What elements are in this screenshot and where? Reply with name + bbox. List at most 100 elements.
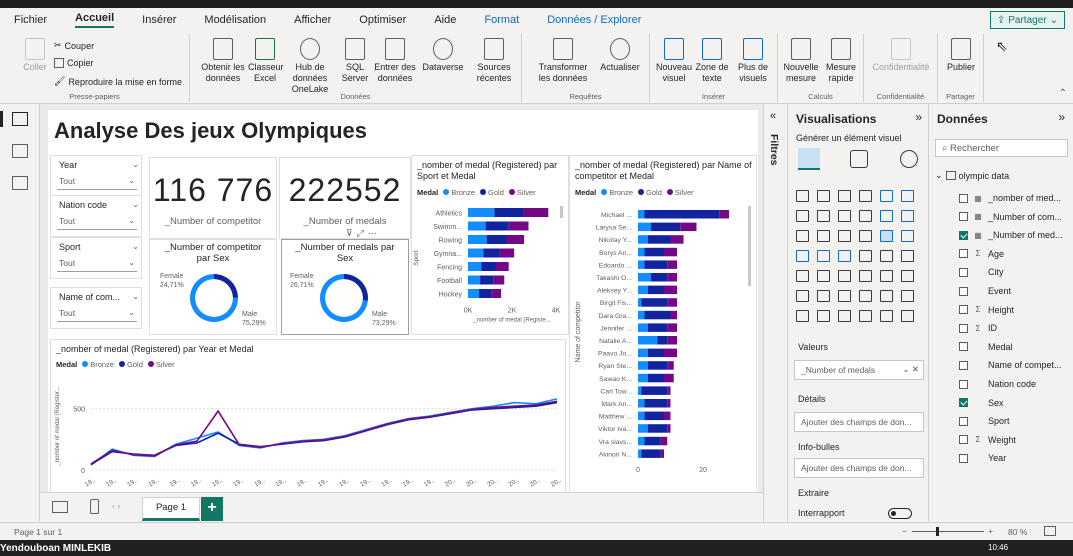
more-visuals-button[interactable]: Plus de visuels [732,38,774,84]
line-column-icon[interactable] [859,210,872,222]
remove-field-icon[interactable]: ⌄ ✕ [902,364,919,375]
field-item[interactable]: ▦ _Number of com... [959,209,1062,225]
textbox-button[interactable]: Zone de texte [694,38,730,84]
search-input[interactable]: ⌕ Rechercher [935,139,1068,157]
zoom-out-icon[interactable]: − [902,526,907,536]
matrix-icon[interactable] [859,270,872,282]
more-visuals-icon[interactable] [901,310,914,322]
line-clustered-icon[interactable] [880,210,893,222]
ribbon-chart-icon[interactable] [901,210,914,222]
paginated-icon[interactable] [880,290,893,302]
legend-item-gold[interactable]: Gold [480,188,504,197]
pie-chart-icon[interactable] [859,230,872,242]
clustered-bar-icon[interactable] [838,190,851,202]
copy-button[interactable]: Copier [54,58,94,68]
field-checkbox[interactable] [959,323,968,333]
column-100-icon[interactable] [901,190,914,202]
kpi-icon[interactable] [796,270,809,282]
new-measure-button[interactable]: Nouvelle mesure [782,38,820,84]
legend-item-silver[interactable]: Silver [508,188,536,197]
bar-100-icon[interactable] [880,190,893,202]
analytics-icon[interactable] [900,150,918,168]
field-item[interactable]: Medal [959,339,1013,355]
legend-item-bronze[interactable]: Bronze [82,360,114,369]
slicer-icon[interactable] [817,270,830,282]
donut-chart[interactable] [320,274,368,322]
power-apps-icon[interactable] [796,310,809,322]
menu-afficher[interactable]: Afficher [294,14,331,26]
metrics-icon[interactable] [901,290,914,302]
new-visual-button[interactable]: Nouveau visuel [654,38,694,84]
menu-optimiser[interactable]: Optimiser [359,14,406,26]
legend-item-gold[interactable]: Gold [119,360,143,369]
menu-format[interactable]: Format [484,14,519,26]
field-checkbox[interactable] [959,193,968,203]
scatter-icon[interactable] [838,230,851,242]
slicer-dropdown[interactable]: Tout ⌄ [57,258,137,272]
refresh-button[interactable]: Actualiser [598,38,642,73]
dataverse-button[interactable]: Dataverse [420,38,466,73]
field-item[interactable]: Σ Height [959,302,1014,318]
expand-icon[interactable]: « [770,110,776,122]
custom-visual-icon[interactable] [838,310,851,322]
field-checkbox[interactable] [959,398,968,408]
clustered-column-icon[interactable] [859,190,872,202]
field-item[interactable]: ▦ _Number of med... [959,227,1063,243]
funnel-icon[interactable] [817,230,830,242]
tooltips-field-well[interactable]: Ajouter des champs de don... [794,458,924,478]
field-item[interactable]: Nation code [959,376,1036,392]
field-item[interactable]: Σ ID [959,320,997,336]
table-view-icon[interactable] [12,144,28,158]
prev-page-icon[interactable]: ‹ › [112,501,121,511]
azure-map-icon[interactable] [838,250,851,262]
waterfall-icon[interactable] [796,230,809,242]
legend-item-bronze[interactable]: Bronze [601,188,633,197]
build-visual-icon[interactable] [798,148,820,170]
report-view-icon[interactable] [0,111,28,127]
format-painter-button[interactable]: 🖌 Reproduire la mise en forme [54,76,182,87]
model-view-icon[interactable] [12,176,28,190]
legend-item-silver[interactable]: Silver [147,360,175,369]
decomposition-tree-icon[interactable] [817,290,830,302]
card-competitors[interactable]: 116 776 _Number of competitor [150,158,276,238]
donut-chart[interactable] [190,274,238,322]
donut-competitors-by-sex[interactable]: _Number of competitor par Sex Female 24,7… [150,240,276,334]
slicer-competitor[interactable]: Name of com... ⌄ Tout ⌄ [51,288,141,328]
filter-icon[interactable]: ⊽ [346,228,353,239]
treemap-icon[interactable] [901,230,914,242]
donut-chart-icon[interactable] [880,230,893,242]
paste-button[interactable]: Coller [20,38,50,73]
slicer-year[interactable]: Year ⌄ Tout ⌄ [51,156,141,196]
field-checkbox[interactable] [959,230,968,240]
field-checkbox[interactable] [959,435,968,445]
field-checkbox[interactable] [959,249,968,259]
desktop-layout-icon[interactable] [52,501,68,513]
menu-modelisation[interactable]: Modélisation [204,14,266,26]
mobile-layout-icon[interactable] [90,499,99,514]
cross-report-toggle[interactable] [888,508,912,519]
field-checkbox[interactable] [959,286,968,296]
menu-accueil[interactable]: Accueil [75,12,115,28]
python-visual-icon[interactable] [901,270,914,282]
card-medals[interactable]: 222552 _Number of medals [280,158,410,238]
focus-mode-icon[interactable]: ⤢ [357,228,364,239]
gauge-icon[interactable] [859,250,872,262]
field-item[interactable]: Σ Age [959,246,1004,262]
values-field-well[interactable]: _Number of medals ⌄ ✕ [794,360,924,380]
field-checkbox[interactable] [959,379,968,389]
get-data-button[interactable]: Obtenir les données [200,38,246,84]
field-item[interactable]: ▦ _nomber of med... [959,190,1061,206]
menu-fichier[interactable]: Fichier [14,14,47,26]
field-item[interactable]: Sport [959,413,1010,429]
azure-icon[interactable] [880,310,893,322]
field-checkbox[interactable] [959,305,968,315]
stacked-bar-icon[interactable] [796,190,809,202]
card-icon[interactable] [880,250,893,262]
key-influencers-icon[interactable] [796,290,809,302]
share-button[interactable]: ⇪ Partager ⌄ [989,11,1065,29]
area-chart-icon[interactable] [817,210,830,222]
recent-sources-button[interactable]: Sources récentes [470,38,518,84]
multirow-card-icon[interactable] [901,250,914,262]
bar-chart-sport[interactable]: _nomber of medal (Registered) par Sport … [412,156,568,334]
menu-donnees-explorer[interactable]: Données / Explorer [547,14,641,26]
